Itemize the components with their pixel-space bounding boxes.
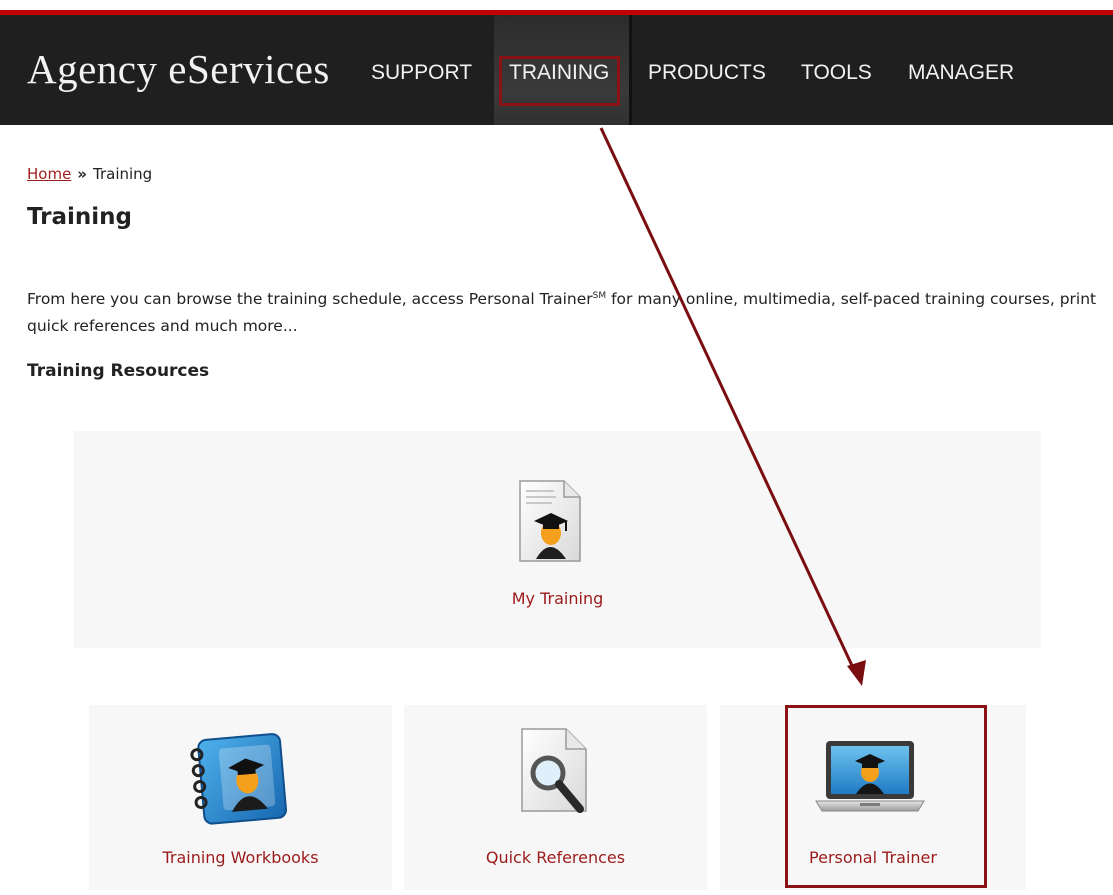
annotation-arrow	[599, 127, 866, 686]
